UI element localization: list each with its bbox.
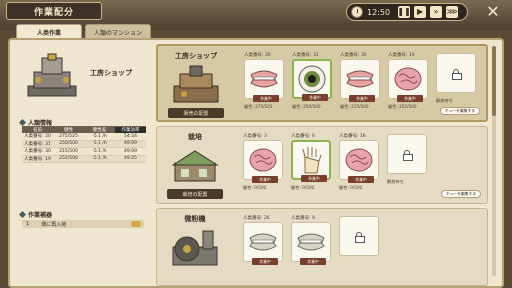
placement-button[interactable]: 栽培の配置: [167, 189, 223, 199]
workstation-card-workshop[interactable]: 工房ショップ 販売の配置 人类番号: 20 作業中 健性: 275/525 人类…: [156, 44, 488, 122]
status-badge: 作業中: [253, 95, 279, 102]
fastest-forward-icon[interactable]: ⋙: [446, 6, 459, 18]
hand-icon: [302, 147, 322, 174]
tab-human-mansion[interactable]: 人類のマンション: [85, 24, 151, 39]
workstation-name: 工房ショップ: [175, 52, 217, 60]
scrollbar-thumb[interactable]: [492, 46, 496, 116]
locked-slot[interactable]: 解放待ち: [387, 133, 433, 195]
locked-slot[interactable]: 解放待ち: [436, 52, 482, 114]
table-row[interactable]: 人类番号: 30 215/500 -5.1 /h 49:09: [22, 148, 146, 156]
diamond-icon: [18, 210, 27, 219]
worker-slot[interactable]: 人类番号: 16 作業中 健性: 0/500: [339, 133, 385, 195]
human-info-table: 名前 健性 健性差 作業効率 人类番号: 20 275/525 -5.1 /h …: [22, 126, 146, 163]
clock-time: 12:50: [367, 7, 391, 17]
status-badge: 作業中: [301, 175, 327, 182]
diamond-icon: [18, 118, 27, 127]
brain-icon: [345, 148, 373, 172]
tool-toggle[interactable]: [131, 221, 141, 227]
status-badge: 作業中: [397, 95, 423, 102]
lock-icon: [403, 149, 413, 161]
teeth-icon: [249, 233, 277, 251]
worker-slot[interactable]: 人类番号: 6 作業中 健性: 0/500: [291, 133, 337, 195]
workstation-list: 工房ショップ 販売の配置 人类番号: 20 作業中 健性: 275/525 人类…: [156, 44, 490, 286]
greenhouse-building-icon: [171, 150, 219, 182]
status-badge: 作業中: [302, 94, 328, 101]
locked-slot[interactable]: [339, 215, 385, 277]
grinder-machine-icon: [172, 230, 218, 266]
fast-forward-icon[interactable]: »: [430, 6, 443, 18]
lock-icon: [452, 68, 462, 80]
clock-icon: [351, 6, 363, 18]
table-header: 名前 健性 健性差 作業効率: [22, 126, 146, 133]
close-icon[interactable]: ✕: [484, 3, 502, 21]
worker-slot[interactable]: 人类番号: 31 作業中 健性: 250/500: [292, 52, 338, 114]
table-row[interactable]: 人类番号: 31 250/500 -5.1 /h 49:09: [22, 140, 146, 148]
table-row[interactable]: 人类番号: 20 275/525 -5.1 /h 54:34: [22, 133, 146, 141]
worker-slot[interactable]: 人类番号: 3 作業中 健性: 0/500: [243, 133, 289, 195]
tab-human-work[interactable]: 人类作業: [16, 24, 82, 39]
lock-icon: [355, 231, 365, 243]
pause-icon[interactable]: ❚❚: [397, 6, 411, 18]
workstation-name: 微粉機: [184, 215, 206, 223]
edit-queue-button[interactable]: キューを編集する: [441, 190, 481, 198]
teeth-icon: [250, 70, 278, 88]
workstation-name: 栽培: [188, 133, 202, 141]
tofu-press-machine-icon: [27, 53, 77, 97]
worker-slot[interactable]: 人类番号: 9 作業中: [291, 215, 337, 277]
status-badge: 作業中: [300, 258, 326, 265]
selected-shop-name: 工房ショップ: [90, 69, 132, 77]
page-title: 作業配分: [6, 2, 102, 20]
time-controls: 12:50 ❚❚ ▶ » ⋙: [346, 3, 468, 21]
play-icon[interactable]: ▶: [414, 6, 427, 18]
tab-bar: 人类作業 人類のマンション: [16, 24, 151, 39]
brain-icon: [249, 148, 277, 172]
workshop-building-icon: [173, 65, 219, 103]
workstation-card-grinder[interactable]: 微粉機 人类番号: 26 作業中 人类番号: 9 作業中: [156, 208, 488, 286]
worker-slot[interactable]: 人类番号: 20 作業中 健性: 275/525: [244, 52, 290, 114]
brain-icon: [394, 67, 422, 91]
detail-panel: 工房ショップ 人類情報 名前 健性 健性差 作業効率 人类番号: 20 275/…: [14, 44, 148, 284]
teeth-icon: [346, 70, 374, 88]
worker-slot[interactable]: 人类番号: 19 作業中 健性: 252/500: [388, 52, 434, 114]
status-badge: 作業中: [348, 176, 374, 183]
placement-button[interactable]: 販売の配置: [168, 108, 224, 118]
worker-slot[interactable]: 人类番号: 30 作業中 健性: 215/500: [340, 52, 386, 114]
workstation-card-cultivation[interactable]: 栽培 栽培の配置 人类番号: 3 作業中 健性: 0/500 人类番号: 6 作…: [156, 126, 488, 204]
eyeball-icon: [298, 65, 326, 93]
status-badge: 作業中: [349, 95, 375, 102]
edit-queue-button[interactable]: キューを編集する: [440, 107, 480, 115]
worker-slot[interactable]: 人类番号: 26 作業中: [243, 215, 289, 277]
tools-heading: 作業補器: [18, 210, 52, 219]
table-row[interactable]: 人类番号: 19 252/500 -5.1 /h 49:25: [22, 155, 146, 163]
teeth-icon: [297, 233, 325, 251]
tool-item[interactable]: 1 畑に再入荷: [22, 220, 144, 228]
list-scrollbar[interactable]: [492, 46, 496, 276]
status-badge: 作業中: [252, 258, 278, 265]
status-badge: 作業中: [252, 176, 278, 183]
